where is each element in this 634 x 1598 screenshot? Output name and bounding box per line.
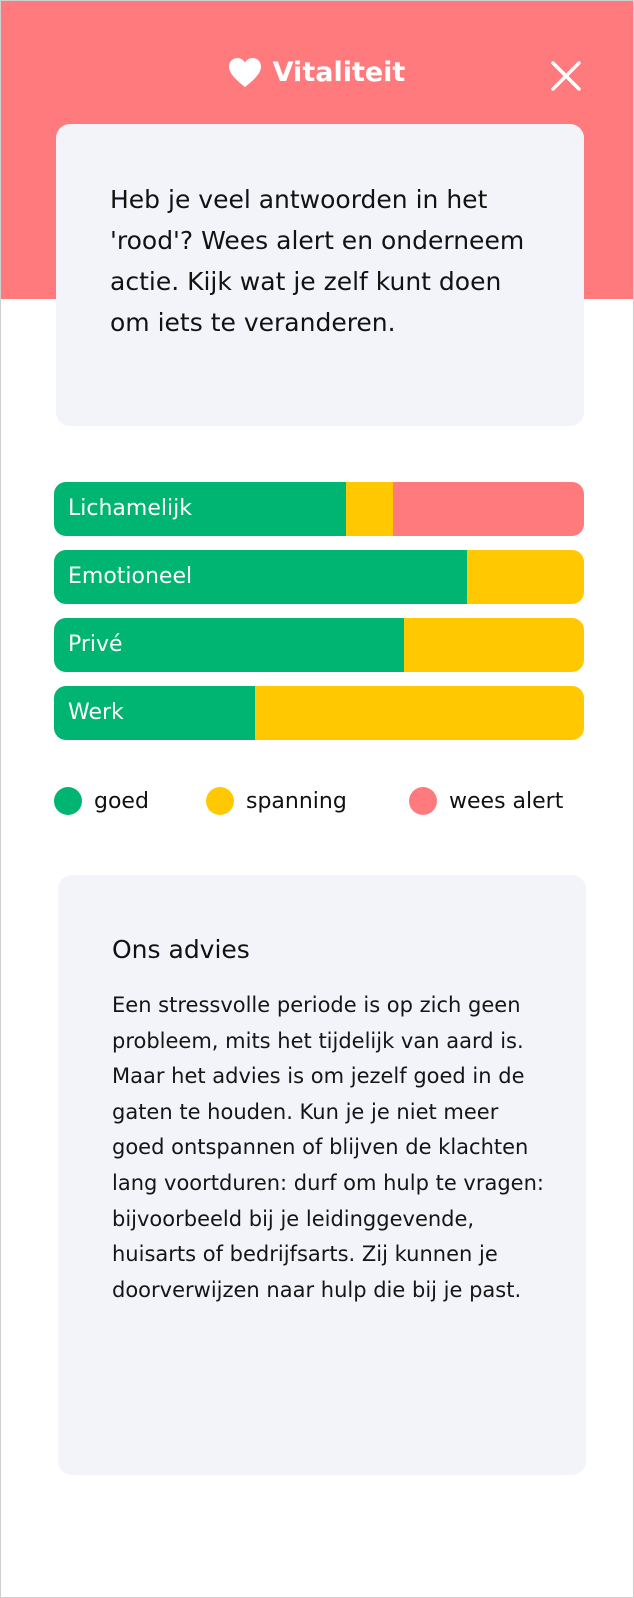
intro-text: Heb je veel antwoorden in het 'rood'? We… (110, 185, 525, 337)
bar-segment-spanning (403, 618, 584, 672)
advice-text: Een stressvolle periode is op zich geen … (112, 993, 544, 1302)
legend-dot-spanning (206, 787, 234, 815)
bar-segment-spanning (255, 686, 584, 740)
advice-title: Ons advies (112, 935, 250, 964)
app-screen: Vitaliteit Heb je veel antwoorden in het… (0, 0, 634, 1598)
intro-card: Heb je veel antwoorden in het 'rood'? We… (56, 124, 584, 426)
legend-dot-goed (54, 787, 82, 815)
legend-dot-wees-alert (409, 787, 437, 815)
advice-card: Ons advies Een stressvolle periode is op… (58, 875, 586, 1475)
page-title: Vitaliteit (272, 57, 406, 88)
bar-segment-spanning (345, 482, 394, 536)
legend-label: spanning (246, 788, 347, 814)
legend-label: wees alert (449, 788, 564, 814)
bar-segment-wees-alert (393, 482, 584, 536)
legend-item-goed: goed (54, 781, 149, 821)
bar-label: Privé (68, 632, 123, 657)
close-icon (551, 61, 581, 91)
header: Vitaliteit (1, 53, 633, 93)
legend-item-spanning: spanning (206, 781, 347, 821)
legend-label: goed (94, 788, 149, 814)
heart-icon (228, 58, 261, 88)
bar-prive: Privé (54, 618, 584, 672)
legend-item-wees-alert: wees alert (409, 781, 563, 821)
bar-label: Werk (68, 700, 124, 725)
bar-werk: Werk (54, 686, 584, 740)
bar-lichamelijk: Lichamelijk (54, 482, 584, 536)
bar-label: Lichamelijk (68, 496, 192, 521)
bar-segment-spanning (467, 550, 584, 604)
close-button[interactable] (551, 61, 581, 91)
score-bars: Lichamelijk Emotioneel Privé Werk (54, 482, 584, 754)
bar-emotioneel: Emotioneel (54, 550, 584, 604)
legend: goed spanning wees alert (54, 781, 584, 821)
bar-label: Emotioneel (68, 564, 193, 589)
